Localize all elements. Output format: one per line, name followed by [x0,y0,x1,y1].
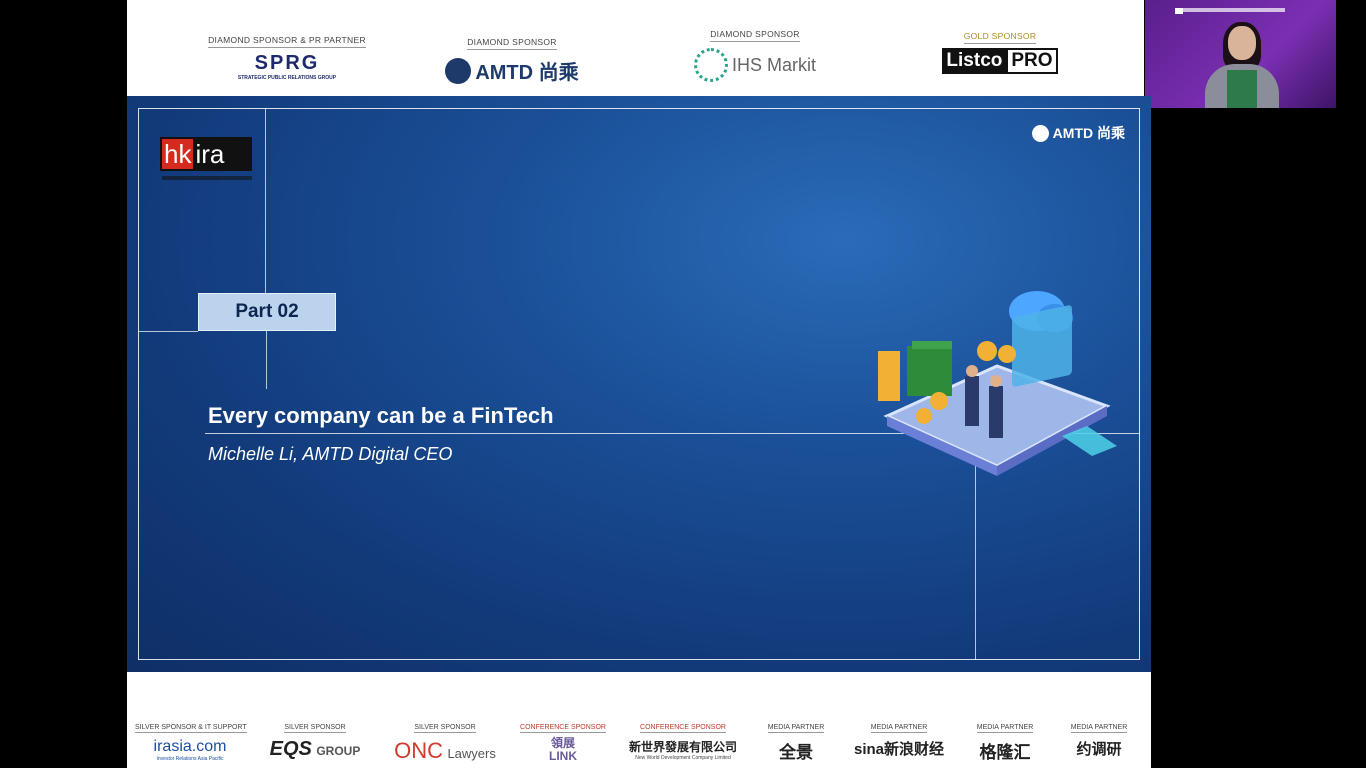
slide-subtitle: Michelle Li, AMTD Digital CEO [208,444,453,464]
listco-logo-a: Listco [942,48,1007,74]
sponsor-label: Media Partner [767,724,825,733]
sponsor-eqs: Silver Sponsor EQS GROUP [255,716,375,761]
hkira-logo: hk ira [160,137,252,171]
sponsor-sina: Media Partner sina新浪财经 [849,716,949,759]
amtd-logo: AMTD 尚乘 [475,62,579,84]
hkira-logo-hk: hk [162,139,194,169]
sponsor-amtd: Diamond Sponsor AMTD 尚乘 [432,32,592,85]
part-label: Part 02 [235,301,299,322]
sponsor-label: Diamond Sponsor & PR Partner [208,35,366,48]
sponsor-yuediaoyan: Media Partner 约调研 [1063,716,1135,759]
eqs-logo-suffix: GROUP [316,744,361,758]
sponsor-label: Media Partner [976,724,1034,733]
presenter-video-tile[interactable] [1145,0,1336,108]
sponsor-onc: Silver Sponsor ONC Lawyers [389,716,501,764]
link-logo: LINK [549,749,577,763]
sponsor-new-world: Conference Sponsor 新世界發展有限公司 New World D… [613,716,753,761]
sponsor-sprg: Diamond Sponsor & PR Partner SPRG STRATE… [197,30,377,81]
sponsor-label: Conference Sponsor [520,724,606,733]
sina-logo: sina新浪财经 [853,741,944,758]
sponsor-label: Media Partner [870,724,928,733]
slide-corner-logo-text: AMTD 尚乘 [1052,125,1125,141]
sprg-subtitle: STRATEGIC PUBLIC RELATIONS GROUP [237,75,337,81]
sponsor-quanjing: Media Partner 全景 [759,716,833,763]
amtd-logo-icon [1031,124,1049,142]
video-indicator-icon [1175,8,1183,14]
sponsor-label: Gold Sponsor [963,31,1037,44]
amtd-logo-icon [445,57,472,84]
sponsor-gelonghui: Media Partner 格隆汇 [961,716,1049,763]
hkira-logo-underline [162,176,252,180]
sponsor-label: Media Partner [1070,724,1128,733]
listco-logo-b: PRO [1006,48,1058,74]
sponsor-listco: Gold Sponsor Listco PRO [927,26,1073,74]
ihs-logo: IHS Markit [731,54,816,75]
sponsor-label: Diamond Sponsor [467,37,557,50]
sponsor-label: Diamond Sponsor [710,29,800,42]
new-world-logo: 新世界發展有限公司 [628,740,737,754]
irasia-logo: irasia.com [153,738,227,755]
slide-corner-logo: AMTD 尚乘 [1031,123,1125,143]
quanjing-logo: 全景 [779,743,813,762]
presenter-avatar [1228,26,1256,60]
onc-logo-suffix: Lawyers [447,746,496,761]
part-label-box: Part 02 [198,293,336,331]
video-caption-bar [1175,8,1285,12]
sponsor-label: Conference Sponsor [640,724,726,733]
top-sponsor-bar: Diamond Sponsor & PR Partner SPRG STRATE… [127,0,1144,96]
frame-divider [266,331,267,389]
screen: Diamond Sponsor & PR Partner SPRG STRATE… [0,0,1366,768]
gelonghui-logo: 格隆汇 [979,743,1031,762]
bottom-sponsor-bar: Silver Sponsor & IT Support irasia.com I… [127,672,1151,768]
frame-divider [138,331,198,332]
hkira-logo-ira: ira [195,139,225,169]
onc-logo: ONC [394,738,443,763]
sponsor-irasia: Silver Sponsor & IT Support irasia.com I… [135,716,247,762]
eqs-logo: EQS [269,738,312,760]
sponsor-label: Silver Sponsor [414,724,476,733]
sponsor-link: Conference Sponsor 領展 LINK [515,716,611,763]
sprg-logo: SPRG [254,52,320,74]
presentation-slide: hk ira AMTD 尚乘 Part 02 Every company can… [127,96,1151,672]
sponsor-label: Silver Sponsor [284,724,346,733]
sponsor-ihs: Diamond Sponsor IHS Markit [675,24,835,82]
new-world-subtitle: New World Development Company Limited [635,755,731,761]
presenter-top [1227,70,1257,108]
ihs-logo-icon [693,48,728,82]
fintech-illustration [878,291,1117,476]
irasia-subtitle: Investor Relations Asia Pacific [156,756,224,762]
sponsor-label: Silver Sponsor & IT Support [135,724,247,733]
yuediaoyan-logo: 约调研 [1076,741,1122,758]
slide-title: Every company can be a FinTech [208,403,554,428]
